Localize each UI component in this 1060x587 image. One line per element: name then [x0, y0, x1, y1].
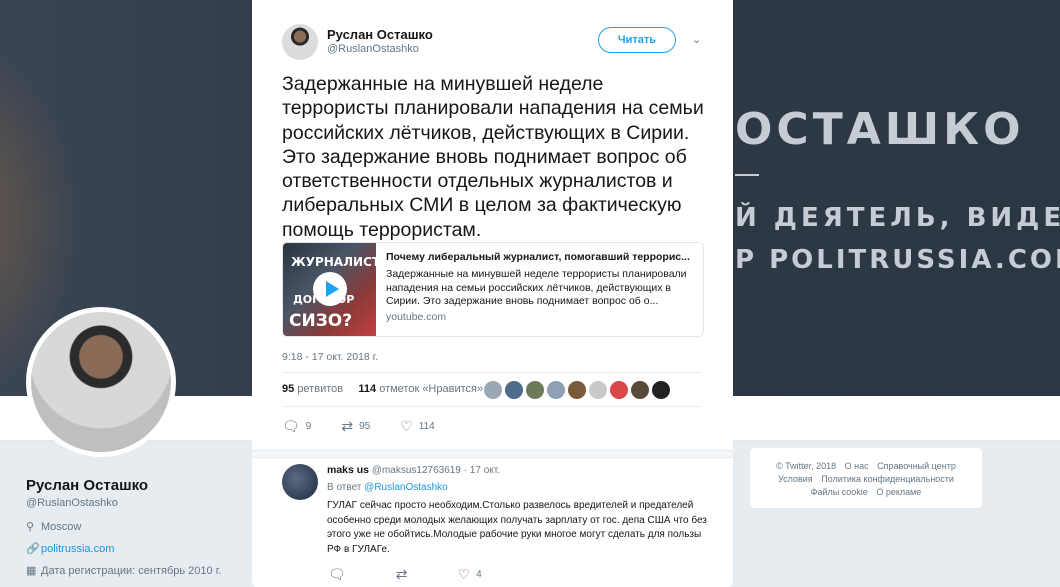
retweet-icon: ⇄ [341, 418, 354, 434]
reply-count: 9 [305, 421, 312, 432]
card-description: Задержанные на минувшей неделе террорист… [386, 268, 687, 307]
reply-in-reply-to: В ответ @RuslanOstashko [327, 482, 448, 493]
tweet-actions: 🗨︎ 9 ⇄ 95 ♡ 114 [282, 418, 465, 435]
reply-text: ГУЛАГ сейчас просто необходим.Столько ра… [327, 500, 707, 555]
tweet-stats: 95 ретвитов 114 отметок «Нравится» [282, 383, 483, 395]
heart-icon: ♡ [400, 418, 413, 434]
footer-link[interactable]: Политика конфиденциальности [821, 474, 954, 484]
reply-header: maks us @maksus12763619 · 17 окт. [327, 464, 500, 476]
link-icon: 🔗 [26, 543, 40, 555]
liker-avatars [484, 381, 670, 399]
profile-website-link[interactable]: politrussia.com [41, 543, 114, 555]
profile-avatar[interactable] [26, 307, 176, 457]
profile-handle[interactable]: @RuslanOstashko [26, 497, 118, 509]
tweet-author-name[interactable]: Руслан Осташко [327, 27, 433, 42]
profile-location-text: Moscow [41, 521, 82, 533]
reply-author-name[interactable]: maks us [327, 464, 369, 476]
likes-count[interactable]: 114 [358, 383, 376, 395]
reply-author-avatar[interactable] [282, 464, 318, 500]
liker-avatar[interactable] [631, 381, 649, 399]
banner-text-site: Р POLITRUSSIA.COM [735, 245, 1060, 275]
liker-avatar[interactable] [526, 381, 544, 399]
tweet-author-avatar[interactable] [282, 24, 318, 60]
retweets-count[interactable]: 95 [282, 383, 294, 395]
liker-avatar[interactable] [589, 381, 607, 399]
reply-author-handle[interactable]: @maksus12763619 [372, 465, 461, 476]
footer-link[interactable]: О нас [845, 461, 869, 471]
calendar-icon: ▦ [26, 565, 37, 577]
retweet-action[interactable]: ⇄ 95 [341, 418, 370, 435]
reply-action[interactable]: 🗨︎ 9 [282, 418, 311, 435]
retweet-icon: ⇄ [395, 566, 408, 582]
footer-link[interactable]: © Twitter, 2018 [776, 461, 836, 471]
reply-like-action[interactable]: ♡ 4 [458, 566, 482, 583]
banner-text-title: Й ДЕЯТЕЛЬ, ВИДЕО [735, 203, 1060, 233]
reply-to-prefix: В ответ [327, 482, 362, 493]
reply-icon: 🗨︎ [328, 566, 346, 582]
reply-actions: 🗨︎ ⇄ ♡ 4 [328, 566, 526, 583]
section-divider [252, 450, 733, 458]
chevron-down-icon[interactable]: ⌄ [692, 33, 701, 46]
reply-like-count: 4 [476, 569, 482, 580]
reply-reply-action[interactable]: 🗨︎ [328, 566, 352, 583]
banner-rule [735, 174, 759, 176]
liker-avatar[interactable] [505, 381, 523, 399]
divider [282, 406, 702, 407]
footer-link[interactable]: О рекламе [876, 487, 921, 497]
retweet-count: 95 [359, 421, 371, 432]
tweet-timestamp[interactable]: 9:18 - 17 окт. 2018 г. [282, 351, 378, 363]
card-thumbnail[interactable]: ЖУРНАЛИСТ ДОГОВОР СИЗО? [283, 243, 380, 336]
profile-joined: ▦ Дата регистрации: сентябрь 2010 г. [26, 564, 221, 577]
location-pin-icon: ⚲ [26, 521, 35, 533]
likes-label[interactable]: отметок «Нравится» [379, 383, 483, 395]
footer-links: © Twitter, 2018 О нас Справочный центр У… [750, 448, 982, 508]
reply-date[interactable]: · 17 окт. [464, 465, 500, 476]
footer-link[interactable]: Условия [778, 474, 813, 484]
tweet-author-handle[interactable]: @RuslanOstashko [327, 43, 419, 55]
heart-icon: ♡ [457, 566, 471, 582]
thumb-text: СИЗО? [289, 311, 353, 331]
profile-website[interactable]: 🔗politrussia.com [26, 542, 114, 555]
play-icon[interactable] [313, 272, 347, 306]
footer-link[interactable]: Файлы cookie [811, 487, 868, 497]
divider [282, 372, 702, 373]
card-title[interactable]: Почему либеральный журналист, помогавший… [386, 251, 694, 263]
like-action[interactable]: ♡ 114 [400, 418, 435, 435]
liker-avatar[interactable] [547, 381, 565, 399]
footer-link[interactable]: Справочный центр [877, 461, 956, 471]
link-card[interactable]: ЖУРНАЛИСТ ДОГОВОР СИЗО? Почему либеральн… [282, 242, 704, 337]
liker-avatar[interactable] [568, 381, 586, 399]
profile-joined-text: Дата регистрации: сентябрь 2010 г. [41, 565, 222, 577]
profile-name[interactable]: Руслан Осташко [26, 477, 148, 494]
reply-icon: 🗨︎ [282, 418, 300, 434]
retweets-label[interactable]: ретвитов [297, 383, 343, 395]
reply-retweet-action[interactable]: ⇄ [396, 566, 414, 583]
like-count: 114 [418, 421, 435, 432]
tweet-text: Задержанные на минувшей неделе террорист… [282, 73, 704, 241]
thumb-text: ЖУРНАЛИСТ [291, 255, 381, 269]
liker-avatar[interactable] [610, 381, 628, 399]
follow-button[interactable]: Читать [598, 27, 676, 53]
liker-avatar[interactable] [484, 381, 502, 399]
liker-avatar[interactable] [652, 381, 670, 399]
card-url: youtube.com [386, 311, 447, 323]
tweet-modal: Руслан Осташко @RuslanOstashko Читать ⌄ … [252, 0, 733, 587]
banner-text-name: ОСТАШКО [735, 104, 1025, 155]
profile-location: ⚲ Moscow [26, 520, 81, 533]
reply-to-handle[interactable]: @RuslanOstashko [364, 482, 448, 493]
